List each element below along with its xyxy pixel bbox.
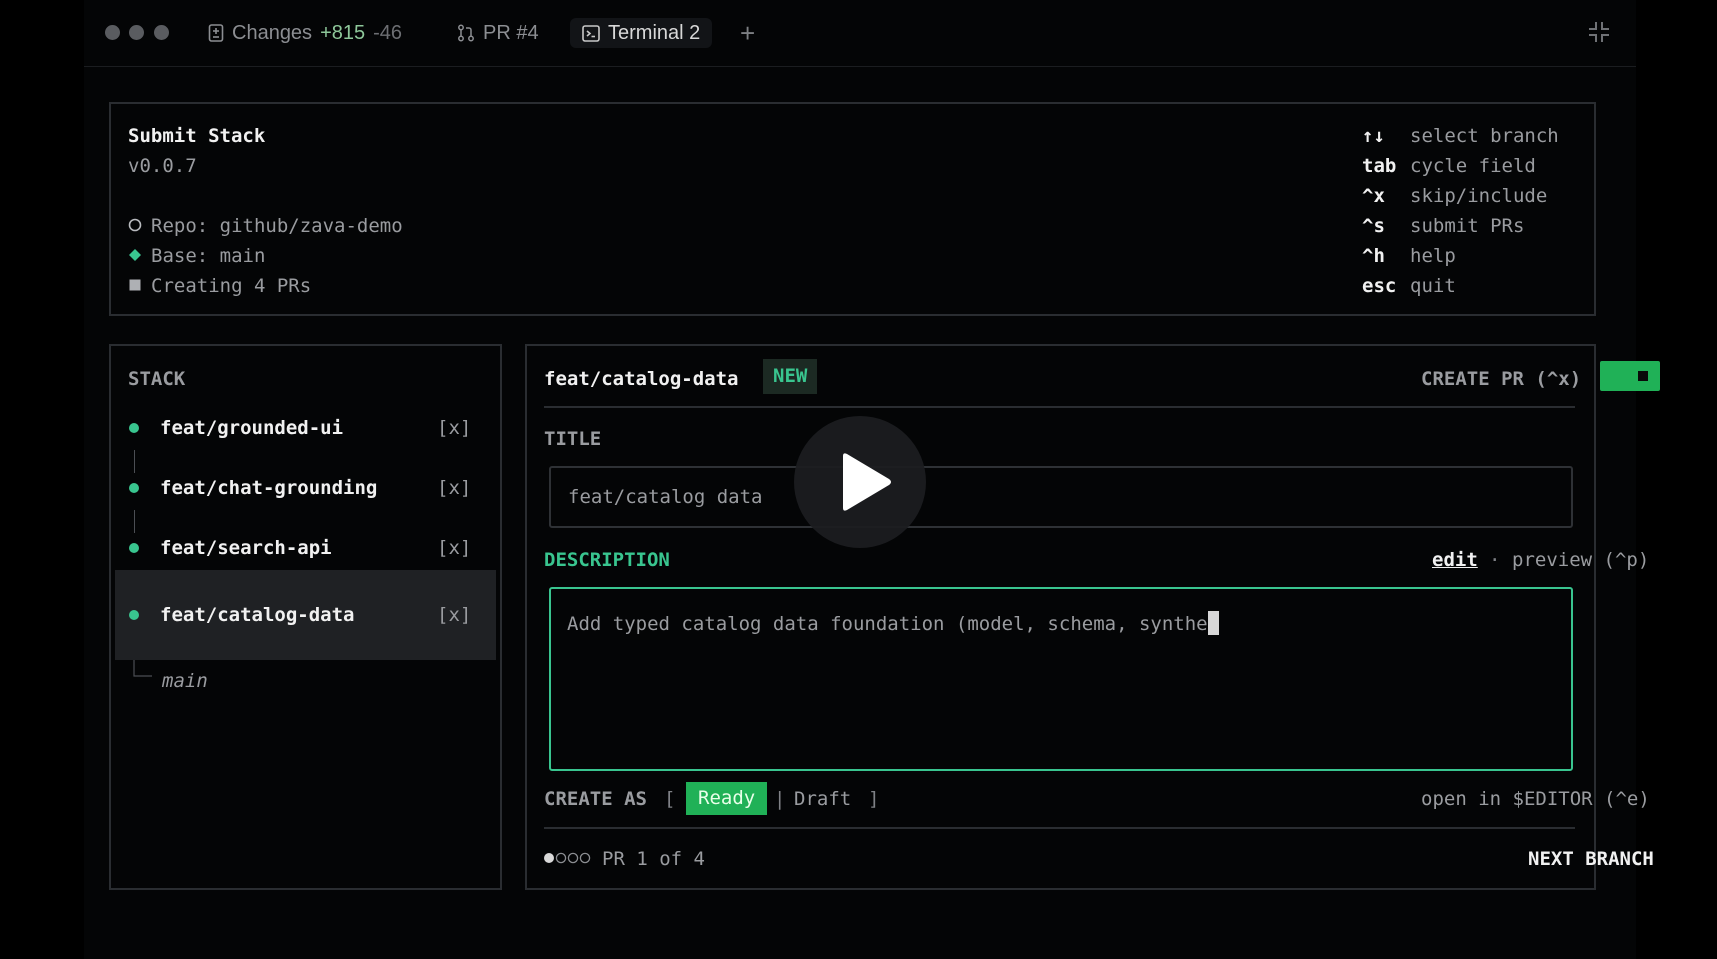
open-editor-button[interactable]: open in $EDITOR (^e) — [1421, 790, 1650, 809]
stack-base-branch: main — [162, 670, 208, 692]
terminal-icon — [582, 24, 600, 42]
preview-tab[interactable]: preview (^p) — [1512, 551, 1649, 570]
base-diamond-icon — [129, 249, 141, 261]
tab-pr[interactable]: PR #4 — [457, 18, 539, 48]
close-window-button[interactable] — [105, 25, 120, 40]
maximize-window-button[interactable] — [154, 25, 169, 40]
play-button[interactable] — [794, 416, 926, 548]
branch-bullet-icon — [129, 543, 139, 553]
shortcut-desc: submit PRs — [1410, 215, 1525, 237]
app-title: Submit Stack — [128, 125, 266, 147]
create-as-label: CREATE AS — [544, 788, 647, 810]
tab-changes[interactable]: Changes +815 -46 — [208, 18, 402, 48]
create-pr-label: CREATE PR (^x) — [1421, 368, 1582, 390]
ready-option[interactable]: Ready — [686, 782, 768, 815]
stack-item-label: feat/catalog-data — [160, 604, 355, 626]
next-branch-button[interactable]: NEXT BRANCH — [1528, 850, 1654, 869]
footer-divider — [544, 827, 1575, 829]
header-divider — [544, 406, 1575, 408]
stack-item-label: feat/search-api — [160, 537, 332, 559]
status-square-icon — [129, 279, 141, 291]
include-checkbox[interactable]: [x] — [437, 419, 471, 438]
include-checkbox[interactable]: [x] — [437, 479, 471, 498]
branch-bullet-icon — [129, 483, 139, 493]
stack-item-chat-grounding[interactable]: feat/chat-grounding [x] — [115, 468, 495, 508]
title-label: TITLE — [544, 428, 602, 450]
shortcut-desc: quit — [1410, 275, 1456, 297]
stack-panel: STACK feat/grounded-ui [x] feat/chat-gro… — [109, 344, 502, 890]
branch-name: feat/catalog-data — [544, 368, 739, 390]
file-diff-icon — [208, 24, 224, 42]
bracket-divider: | — [774, 788, 786, 810]
removed-lines-count: -46 — [373, 21, 403, 44]
shortcut-desc: help — [1410, 245, 1456, 267]
shortcut-desc: skip/include — [1410, 185, 1548, 207]
shortcut-key: tab — [1362, 155, 1397, 177]
bracket-close: ] — [868, 788, 880, 810]
stack-title: STACK — [128, 368, 186, 390]
shortcut-key: ↑↓ — [1362, 125, 1385, 147]
repo-info: Repo: github/zava-demo — [151, 215, 403, 237]
stack-item-catalog-data[interactable]: feat/catalog-data [x] — [115, 570, 496, 660]
pr-progress: PR 1 of 4 — [602, 848, 705, 870]
submit-stack-header: Submit Stack v0.0.7 Repo: github/zava-de… — [109, 102, 1596, 316]
branch-detail-panel: feat/catalog-data NEW CREATE PR (^x) TIT… — [525, 344, 1660, 890]
draft-option[interactable]: Draft — [794, 790, 851, 809]
minimize-window-button[interactable] — [129, 25, 144, 40]
branch-bullet-icon — [129, 610, 139, 620]
pull-request-icon — [458, 24, 474, 42]
tab-terminal[interactable]: Terminal 2 — [570, 18, 713, 48]
play-icon — [843, 453, 891, 511]
base-info: Base: main — [151, 245, 266, 267]
title-input[interactable]: feat/catalog data — [549, 466, 1573, 528]
title-input-value: feat/catalog data — [568, 486, 763, 508]
shortcut-desc: select branch — [1410, 125, 1559, 147]
tab-pr-label: PR #4 — [483, 21, 539, 44]
bracket-open: [ — [664, 788, 676, 810]
tab-separator: · — [1489, 549, 1501, 571]
tab-terminal-label: Terminal 2 — [608, 21, 701, 44]
stack-item-grounded-ui[interactable]: feat/grounded-ui [x] — [115, 408, 495, 448]
create-pr-toggle[interactable] — [1600, 361, 1660, 391]
added-lines-count: +815 — [320, 21, 366, 44]
branch-bullet-icon — [129, 423, 139, 433]
text-cursor — [1207, 611, 1219, 635]
shortcut-key: esc — [1362, 275, 1397, 297]
shortcut-key: ^s — [1362, 215, 1385, 237]
shortcut-key: ^x — [1362, 185, 1385, 207]
edit-tab[interactable]: edit — [1432, 551, 1478, 570]
new-tab-button[interactable]: + — [740, 18, 755, 48]
stack-item-label: feat/grounded-ui — [160, 417, 344, 439]
description-textarea[interactable]: Add typed catalog data foundation (model… — [549, 587, 1573, 771]
base-connector-icon — [133, 660, 152, 677]
toggle-knob — [1638, 371, 1648, 381]
collapse-icon[interactable] — [1588, 21, 1610, 43]
include-checkbox[interactable]: [x] — [437, 539, 471, 558]
app-version: v0.0.7 — [128, 155, 197, 177]
description-value: Add typed catalog data foundation (model… — [567, 611, 1219, 635]
stack-item-label: feat/chat-grounding — [160, 477, 378, 499]
tab-changes-label: Changes — [232, 21, 313, 44]
description-label: DESCRIPTION — [544, 549, 670, 571]
stack-item-search-api[interactable]: feat/search-api [x] — [115, 528, 495, 568]
include-checkbox[interactable]: [x] — [437, 606, 471, 625]
pager-dots-icon — [544, 852, 591, 864]
shortcut-desc: cycle field — [1410, 155, 1536, 177]
creating-info: Creating 4 PRs — [151, 275, 312, 297]
tab-bar: Changes +815 -46 PR #4 Terminal 2 + — [84, 0, 1636, 67]
shortcut-key: ^h — [1362, 245, 1385, 267]
new-badge: NEW — [763, 359, 818, 394]
repo-circle-icon — [128, 218, 142, 232]
